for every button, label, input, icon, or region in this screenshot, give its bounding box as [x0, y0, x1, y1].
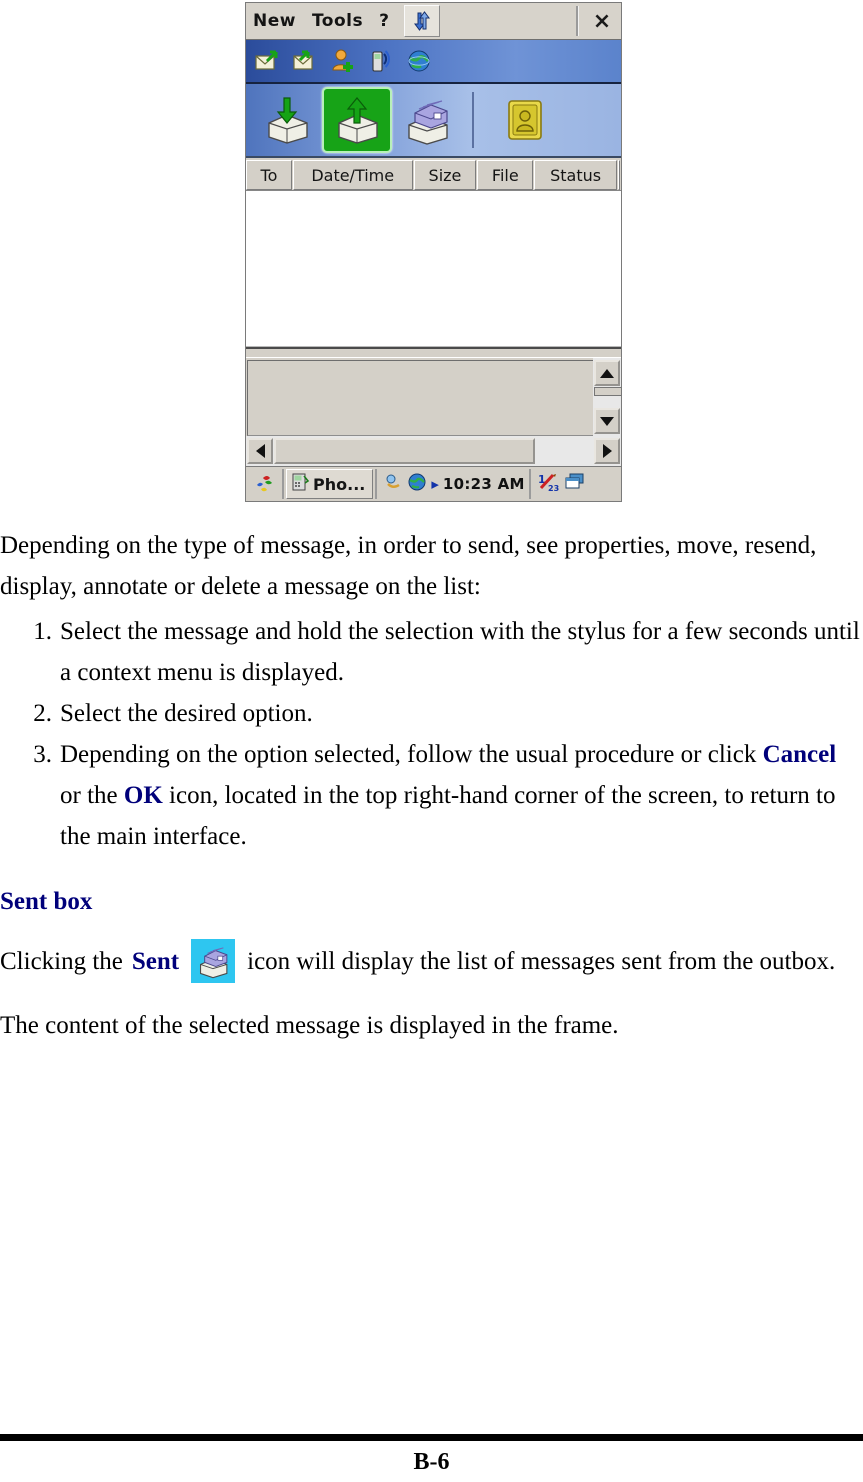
- system-taskbar: Pho... ▸ 10:23 AM 1 23: [246, 466, 621, 501]
- column-header-status[interactable]: Status: [534, 160, 617, 190]
- taskbar-button-phone[interactable]: Pho...: [286, 469, 374, 499]
- column-header-size[interactable]: Size: [413, 160, 477, 190]
- mailbox-toolbar: [246, 84, 621, 158]
- scroll-up-icon[interactable]: [594, 360, 620, 386]
- scroll-right-icon[interactable]: [594, 438, 620, 464]
- sync-arrows-icon[interactable]: [403, 5, 440, 37]
- taskbar-button-label: Pho...: [313, 474, 366, 494]
- sent-line-after: icon will display the list of messages s…: [247, 947, 836, 975]
- sent-keyword: Sent: [131, 947, 180, 975]
- footer-rule: [0, 1434, 863, 1441]
- message-preview-pane[interactable]: [247, 360, 593, 436]
- ok-keyword: OK: [123, 782, 163, 809]
- system-tray: ▸ 10:23 AM: [375, 469, 524, 499]
- add-contact-icon[interactable]: [330, 48, 356, 74]
- tray-expand-arrow-icon[interactable]: ▸: [431, 475, 439, 493]
- list-item-number: 3.: [33, 741, 52, 768]
- close-icon[interactable]: ×: [583, 4, 621, 38]
- phone-signal-icon[interactable]: [368, 48, 394, 74]
- sent-box-icon[interactable]: [394, 89, 460, 151]
- column-header-to[interactable]: To: [246, 160, 292, 190]
- column-header-blank[interactable]: [618, 160, 620, 190]
- procedure-list: 1. Select the message and hold the selec…: [0, 611, 863, 857]
- switch-window-icon[interactable]: [564, 472, 586, 496]
- step3-text-part: icon, located in the top right-hand corn…: [60, 782, 836, 850]
- taskbar-right-tray: 1 23: [528, 469, 586, 499]
- outbox-icon[interactable]: [322, 87, 392, 153]
- reply-message-icon[interactable]: [292, 48, 318, 74]
- column-header-file[interactable]: File: [477, 160, 534, 190]
- cancel-keyword: Cancel: [762, 741, 837, 768]
- connection-globe-icon[interactable]: [407, 472, 427, 496]
- vertical-scroll-thumb[interactable]: [594, 387, 622, 396]
- horizontal-scroll-thumb[interactable]: [274, 438, 536, 464]
- pane-splitter[interactable]: [246, 347, 621, 358]
- new-message-icon[interactable]: [254, 48, 280, 74]
- list-item-text: Select the desired option.: [60, 700, 313, 727]
- globe-icon[interactable]: [406, 48, 432, 74]
- address-book-icon[interactable]: [492, 89, 558, 151]
- taskbar-clock[interactable]: 10:23 AM: [443, 475, 525, 493]
- intro-paragraph: Depending on the type of message, in ord…: [0, 532, 817, 600]
- list-item-text: Select the message and hold the selectio…: [60, 618, 860, 686]
- message-list-header: To Date/Time Size File Status: [246, 158, 621, 191]
- message-list[interactable]: [246, 191, 621, 347]
- input-panel-icon[interactable]: 1 23: [537, 471, 559, 497]
- sent-box-icon: [191, 939, 236, 983]
- svg-text:23: 23: [548, 484, 559, 493]
- document-body: Depending on the type of message, in ord…: [0, 525, 863, 1050]
- step3-text-part: or the: [60, 782, 124, 809]
- page-number: B-6: [413, 1449, 450, 1475]
- device-screenshot-figure: New Tools ? × To Date/Time Size File Sta…: [245, 2, 622, 502]
- message-actions-toolbar: [246, 40, 621, 84]
- volume-icon[interactable]: [383, 472, 403, 496]
- phone-app-icon: [290, 472, 310, 496]
- list-item: 3. Depending on the option selected, fol…: [0, 734, 863, 857]
- message-preview-area: [246, 358, 622, 466]
- list-item-text: Depending on the option selected, follow…: [60, 734, 863, 857]
- window-menubar: New Tools ? ×: [246, 3, 621, 40]
- list-item-number: 2.: [33, 700, 52, 727]
- sent-box-description: Clicking the Sent icon will display the …: [0, 939, 863, 983]
- step3-text-part: Depending on the option selected, follow…: [60, 741, 763, 768]
- section-heading-sent-box: Sent box: [0, 888, 93, 915]
- inbox-icon[interactable]: [254, 89, 320, 151]
- scroll-down-icon[interactable]: [594, 408, 620, 434]
- vertical-scrollbar[interactable]: [593, 358, 622, 436]
- windows-start-icon[interactable]: [248, 469, 284, 499]
- column-header-datetime[interactable]: Date/Time: [292, 160, 413, 190]
- menu-item-tools[interactable]: Tools: [304, 12, 371, 30]
- list-item-number: 1.: [33, 618, 52, 645]
- pda-window: New Tools ? × To Date/Time Size File Sta…: [245, 2, 622, 502]
- scroll-left-icon[interactable]: [247, 438, 273, 464]
- menubar-divider: [576, 6, 579, 36]
- menu-item-new[interactable]: New: [246, 12, 304, 30]
- closing-paragraph: The content of the selected message is d…: [0, 1012, 619, 1039]
- list-item: 1. Select the message and hold the selec…: [0, 611, 863, 693]
- menu-item-help[interactable]: ?: [371, 12, 397, 30]
- list-item: 2. Select the desired option.: [0, 693, 863, 734]
- horizontal-scrollbar[interactable]: [246, 436, 621, 466]
- toolbar-divider: [472, 92, 474, 148]
- sent-line-before: Clicking the: [0, 947, 123, 975]
